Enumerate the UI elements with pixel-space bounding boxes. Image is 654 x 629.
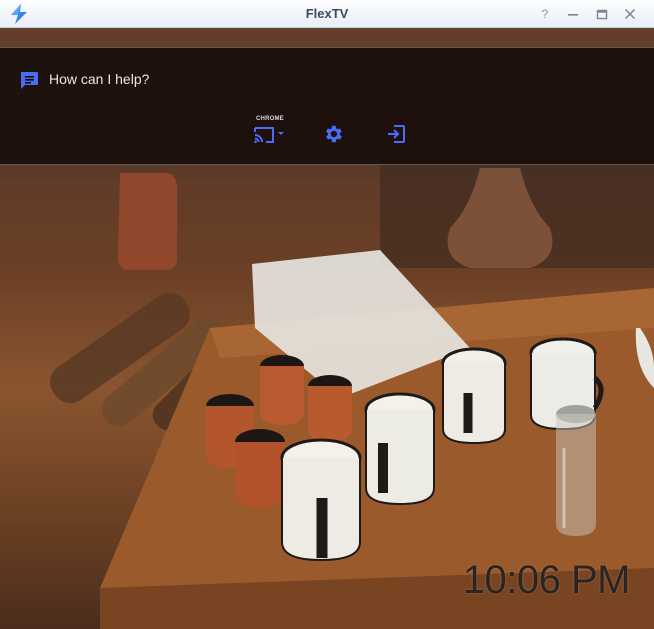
close-button[interactable] <box>620 4 640 24</box>
exit-icon[interactable] <box>385 123 407 145</box>
help-label: ? <box>541 7 549 21</box>
chat-bubble-icon <box>21 72 38 89</box>
maximize-icon <box>596 9 608 20</box>
minimize-icon <box>568 14 578 16</box>
cast-device-label: CHROME <box>256 116 284 122</box>
gear-icon[interactable] <box>322 123 344 145</box>
cast-button[interactable]: CHROME <box>253 116 289 144</box>
cast-icon <box>254 127 284 144</box>
assistant-prompt[interactable]: How can I help? <box>49 71 149 87</box>
help-button[interactable]: ? <box>535 4 555 24</box>
close-icon <box>624 8 636 20</box>
chevron-down-icon <box>278 132 284 135</box>
assistant-bar: How can I help? CHROME <box>0 47 654 165</box>
minimize-button[interactable] <box>563 4 583 24</box>
title-bar: FlexTV ? <box>0 0 654 28</box>
maximize-button[interactable] <box>592 4 612 24</box>
app-window: FlexTV ? How can I help? CHROME 10:06 PM <box>0 0 654 629</box>
clock-display: 10:06 PM <box>462 558 631 602</box>
window-title: FlexTV <box>305 6 349 21</box>
